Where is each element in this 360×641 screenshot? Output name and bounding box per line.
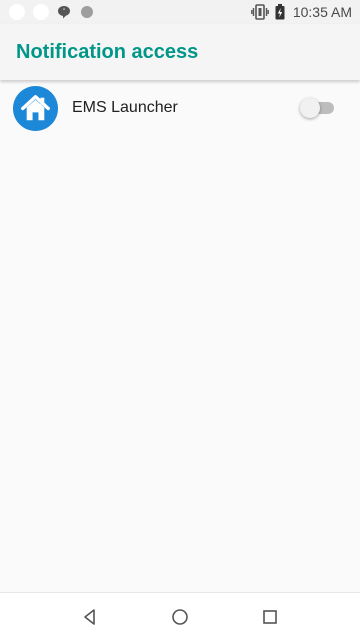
page-title: Notification access [16, 41, 199, 63]
list-item-ems-launcher[interactable]: EMS Launcher [0, 80, 360, 136]
list-item-label: EMS Launcher [72, 99, 178, 116]
status-time: 10:35 AM [292, 4, 352, 20]
battery-charging-icon [275, 4, 285, 20]
chat-bubble-icon: " [58, 6, 70, 19]
vibrate-icon [250, 4, 269, 20]
app-list: EMS Launcher [0, 80, 360, 136]
home-circle-icon[interactable] [170, 607, 190, 627]
notification-dot-icon [33, 4, 49, 20]
recents-icon[interactable] [260, 607, 280, 627]
status-bar-notifications: " [9, 4, 93, 20]
status-bar-system: 10:35 AM [250, 4, 352, 20]
status-bar: " 10:35 AM [0, 0, 360, 24]
home-icon [12, 85, 59, 132]
app-bar: Notification access [0, 24, 360, 80]
notification-dot-icon [9, 4, 25, 20]
svg-text:": " [63, 9, 65, 15]
notification-access-toggle[interactable] [300, 98, 336, 118]
gray-dot-icon [81, 6, 93, 18]
back-icon[interactable] [80, 607, 100, 627]
toggle-thumb[interactable] [300, 98, 320, 118]
navigation-bar [0, 592, 360, 641]
